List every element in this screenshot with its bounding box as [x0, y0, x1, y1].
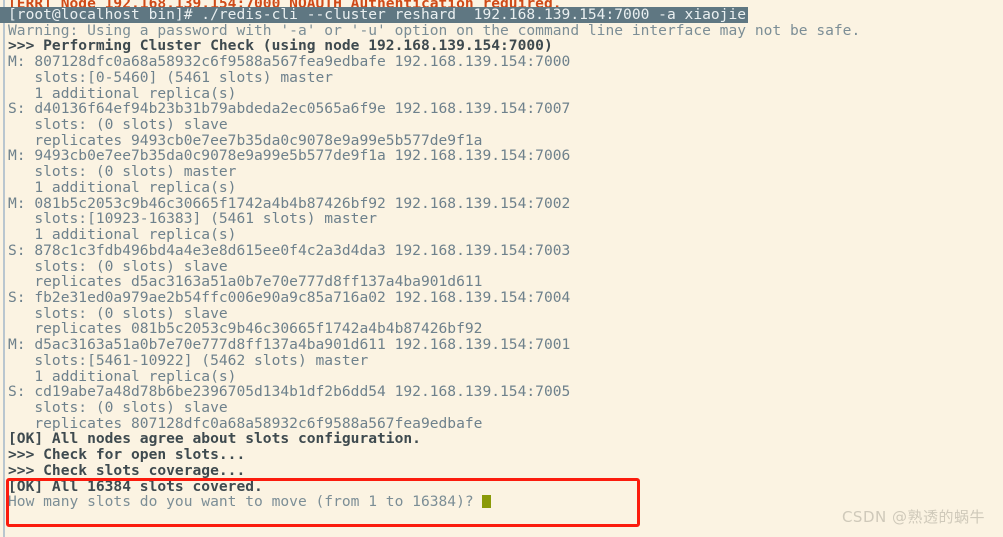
terminal-line-node-7003-repl: replicates d5ac3163a51a0b7e70e777d8ff137… — [8, 273, 483, 291]
terminal-line-node-7000-repl: 1 additional replica(s) — [8, 84, 237, 102]
terminal-line-node-7005-repl: replicates 807128dfc0a68a58932c6f9588a56… — [8, 414, 483, 432]
terminal-line-node-7005-slots: slots: (0 slots) slave — [8, 398, 228, 416]
terminal-line-node-7006: M: 9493cb0e7ee7b35da0c9078e9a99e5b577de9… — [8, 147, 571, 165]
terminal-line-node-7000-slots: slots:[0-5460] (5461 slots) master — [8, 68, 334, 86]
terminal-output: [ERR] Node 192.168.139.154:7000 NOAUTH A… — [0, 0, 1003, 510]
terminal-line-node-7004: S: fb2e31ed0a979ae2b54ffc006e90a9c85a716… — [8, 288, 571, 306]
terminal-line-node-7001-repl: 1 additional replica(s) — [8, 367, 237, 385]
terminal-line-ok-slots-covered: [OK] All 16384 slots covered. — [8, 477, 263, 495]
terminal-line-node-7007-repl: replicates 9493cb0e7ee7b35da0c9078e9a99e… — [8, 131, 483, 149]
watermark-label: CSDN @熟透的蜗牛 — [841, 508, 985, 527]
text-cursor[interactable] — [482, 495, 492, 509]
input-prompt-text: How many slots do you want to move (from… — [8, 493, 483, 511]
terminal-line-node-7003-slots: slots: (0 slots) slave — [8, 257, 228, 275]
terminal-line-node-7007: S: d40136f64ef94b23b31b79abdeda2ec0565a6… — [8, 100, 571, 118]
terminal-line-ok-slots-config: [OK] All nodes agree about slots configu… — [8, 430, 421, 448]
terminal-line-node-7003: S: 878c1c3fdb496bd4a4e3e8d615ee0f4c2a3d4… — [8, 241, 571, 259]
terminal-line-node-7001: M: d5ac3163a51a0b7e70e777d8ff137a4ba901d… — [8, 336, 571, 354]
terminal-line-node-7001-slots: slots:[5461-10922] (5462 slots) master — [8, 351, 369, 369]
terminal-line-node-7002-slots: slots:[10923-16383] (5461 slots) master — [8, 210, 378, 228]
terminal-line-node-7002-repl: 1 additional replica(s) — [8, 226, 237, 244]
terminal-line-node-7004-repl: replicates 081b5c2053c9b46c30665f1742a4b… — [8, 320, 483, 338]
terminal-line-command-prompt: [root@localhost bin]# ./redis-cli --clus… — [0, 7, 1003, 23]
terminal-line-node-7002: M: 081b5c2053c9b46c30665f1742a4b4b87426b… — [8, 194, 571, 212]
terminal-line-performing-check: >>> Performing Cluster Check (using node… — [8, 37, 553, 55]
terminal-window[interactable]: [ERR] Node 192.168.139.154:7000 NOAUTH A… — [0, 0, 1003, 537]
terminal-line-check-open-slots: >>> Check for open slots... — [8, 446, 246, 464]
terminal-line-node-7006-repl: 1 additional replica(s) — [8, 178, 237, 196]
terminal-line-node-7006-slots: slots: (0 slots) master — [8, 163, 237, 181]
terminal-line-node-7007-slots: slots: (0 slots) slave — [8, 116, 228, 134]
selected-command-text: [root@localhost bin]# ./redis-cli --clus… — [0, 7, 749, 23]
terminal-line-node-7000: M: 807128dfc0a68a58932c6f9588a567fea9edb… — [8, 53, 571, 71]
terminal-line-warning-password: Warning: Using a password with '-a' or '… — [8, 21, 861, 39]
terminal-line-check-coverage: >>> Check slots coverage... — [8, 461, 246, 479]
terminal-line-node-7004-slots: slots: (0 slots) slave — [8, 304, 228, 322]
terminal-line-node-7005: S: cd19abe7a48d78b6be2396705d134b1df2b6d… — [8, 383, 571, 401]
